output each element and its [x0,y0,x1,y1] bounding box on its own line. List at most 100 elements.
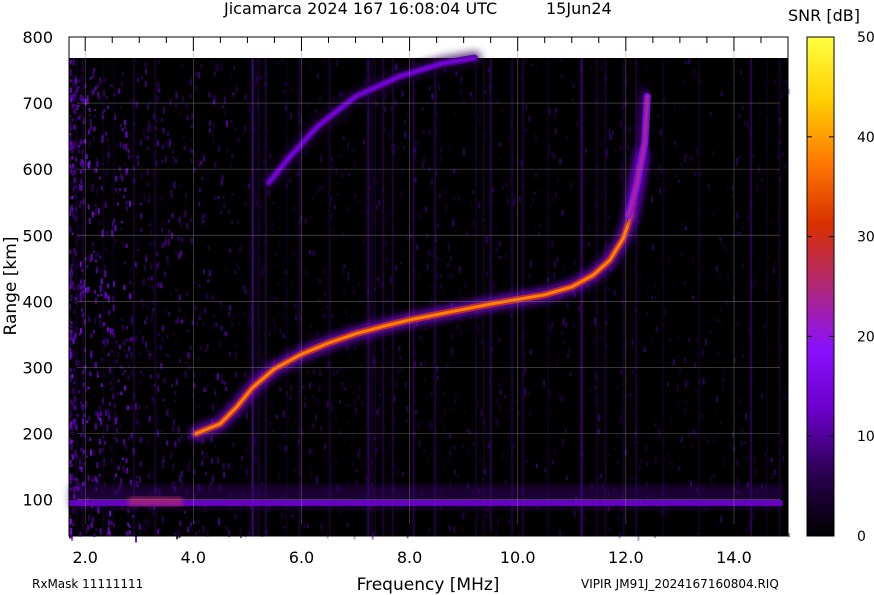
noise-pixel [439,194,441,198]
noise-pixel [498,331,501,334]
noise-pixel [107,519,110,526]
interference-stripe [580,58,583,536]
noise-pixel [316,331,319,336]
noise-pixel [106,338,109,345]
noise-pixel [498,156,501,162]
noise-pixel [254,455,257,462]
noise-pixel [441,258,444,262]
noise-pixel [201,460,204,466]
noise-pixel [347,207,350,213]
noise-pixel [120,227,123,230]
noise-pixel [150,229,153,235]
noise-pixel [167,238,170,246]
noise-pixel [130,154,133,158]
noise-pixel [424,379,427,383]
noise-pixel [104,291,107,299]
noise-pixel [148,224,151,227]
noise-pixel [563,532,565,536]
noise-pixel [501,217,504,222]
noise-pixel [231,193,234,196]
noise-pixel [687,380,690,386]
noise-pixel [659,129,662,137]
noise-pixel [95,208,98,215]
interference-stripe [766,58,769,536]
noise-pixel [246,468,249,474]
noise-pixel [144,320,147,325]
noise-pixel [462,148,465,156]
noise-pixel [424,206,427,213]
noise-pixel [146,305,149,309]
noise-pixel [193,382,196,389]
noise-pixel [340,146,343,152]
noise-pixel [658,430,661,437]
noise-pixel [293,221,296,227]
noise-pixel [608,454,611,457]
noise-pixel [128,293,131,299]
noise-pixel [348,113,351,118]
noise-pixel [185,159,188,162]
noise-pixel [121,71,124,77]
noise-pixel [244,201,247,207]
noise-pixel [201,451,204,455]
noise-pixel [177,236,180,241]
noise-pixel [439,146,442,153]
interference-stripe [298,58,301,536]
noise-pixel [346,522,349,527]
noise-pixel [97,294,100,297]
noise-pixel [174,391,177,396]
noise-pixel [674,480,677,484]
noise-pixel [73,404,75,411]
noise-pixel [105,330,108,334]
noise-pixel [187,465,190,470]
noise-pixel [405,381,407,388]
noise-pixel [239,246,242,251]
noise-pixel [667,256,670,263]
noise-pixel [560,58,563,63]
noise-pixel [140,172,143,179]
noise-pixel [138,242,141,247]
noise-pixel [396,468,399,475]
noise-pixel [341,173,344,179]
noise-pixel [79,458,81,466]
noise-pixel [144,81,147,87]
noise-pixel [161,516,164,523]
noise-pixel [727,82,730,85]
noise-pixel [344,516,347,519]
noise-pixel [742,221,745,226]
noise-pixel [71,324,74,332]
noise-pixel [197,405,200,409]
colorbar-tick-label: 50 [857,30,874,46]
noise-pixel [98,176,101,180]
noise-pixel [271,229,273,233]
noise-pixel [137,155,140,159]
noise-pixel [679,367,682,374]
noise-pixel [202,152,205,155]
noise-pixel [428,528,431,532]
noise-pixel [125,326,128,329]
noise-pixel [280,58,283,61]
noise-pixel [198,529,201,534]
noise-pixel [197,71,200,79]
noise-pixel [360,208,363,215]
noise-pixel [95,259,97,263]
noise-pixel [107,353,110,356]
noise-pixel [92,243,95,249]
noise-pixel [659,188,662,194]
noise-pixel [71,142,74,148]
noise-pixel [599,140,602,147]
noise-pixel [303,403,306,408]
noise-pixel [210,436,213,442]
x-tick-label: 8.0 [397,548,422,567]
noise-pixel [465,231,468,235]
noise-pixel [348,353,351,359]
noise-pixel [70,447,73,451]
noise-pixel [495,532,498,536]
noise-pixel [72,338,75,344]
noise-pixel [126,142,129,145]
noise-pixel [145,317,148,320]
noise-pixel [138,524,141,530]
noise-pixel [223,472,226,478]
noise-pixel [179,112,182,116]
interference-stripe [391,58,394,536]
noise-pixel [666,381,669,387]
